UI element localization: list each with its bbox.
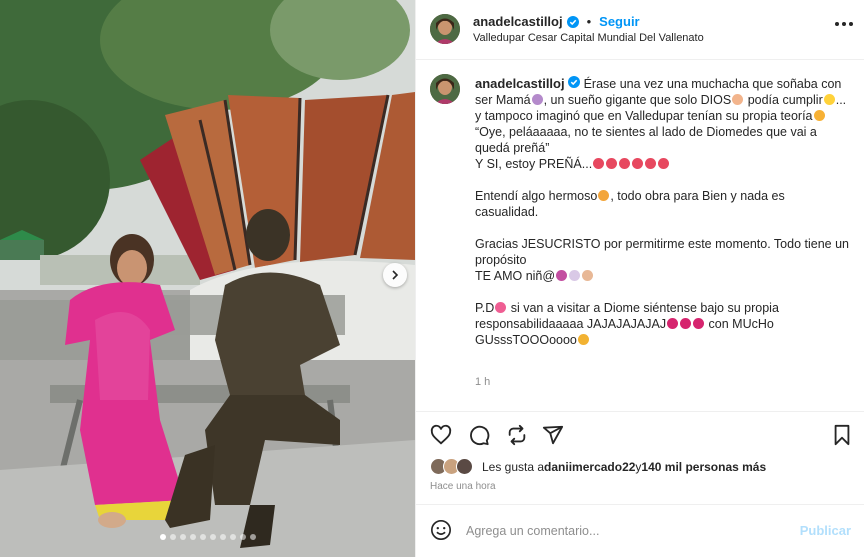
carousel-dot	[159, 534, 166, 540]
header-user-row: anadelcastilloj • Seguir	[473, 14, 640, 29]
post-photo	[0, 0, 415, 557]
post-caption: anadelcastilloj Érase una vez una muchac…	[475, 76, 851, 348]
author-avatar[interactable]	[430, 14, 460, 44]
lips-emoji-icon	[680, 318, 692, 329]
separator: •	[586, 14, 592, 29]
post-media[interactable]	[0, 0, 415, 557]
carousel-dot	[209, 534, 216, 540]
likes-prefix: Les gusta a	[482, 460, 545, 474]
carousel-dot	[189, 534, 196, 540]
yarn-emoji-icon	[556, 270, 568, 281]
blushing-emoji-icon	[813, 110, 825, 121]
instagram-post: anadelcastilloj • Seguir Valledupar Cesa…	[0, 0, 864, 557]
heart-emoji-icon	[495, 302, 507, 313]
carousel-dot	[199, 534, 206, 540]
bookmark-icon[interactable]	[831, 424, 853, 446]
location-link[interactable]: Valledupar Cesar Capital Mundial Del Val…	[473, 32, 704, 44]
heart-eyes-emoji-icon	[593, 158, 605, 169]
caption-text-5: Gracias JESUCRISTO por permitirme este m…	[475, 237, 849, 267]
heart-icon[interactable]	[430, 424, 452, 446]
posted-time: Hace una hora	[430, 481, 496, 492]
tongue-face-emoji-icon	[577, 334, 589, 345]
teary-face-emoji-icon	[598, 190, 610, 201]
heart-eyes-emoji-icon	[658, 158, 670, 169]
comments-section[interactable]: anadelcastilloj Érase una vez una muchac…	[416, 60, 864, 410]
heart-eyes-emoji-icon	[619, 158, 631, 169]
author-username[interactable]: anadelcastilloj	[473, 14, 563, 29]
verified-icon	[568, 76, 581, 88]
carousel-dot	[229, 534, 236, 540]
carousel-dot	[239, 534, 246, 540]
heart-eyes-emoji-icon	[632, 158, 644, 169]
carousel-indicator	[0, 534, 415, 540]
heart-eyes-emoji-icon	[606, 158, 618, 169]
caption-author-avatar[interactable]	[430, 74, 460, 104]
post-header: anadelcastilloj • Seguir Valledupar Cesa…	[416, 0, 864, 60]
action-bar	[416, 411, 864, 457]
baby-emoji-icon	[582, 270, 594, 281]
caption-text-1c: podía cumplir	[744, 93, 823, 107]
comment-composer: Publicar	[416, 504, 864, 557]
socks-emoji-icon	[569, 270, 581, 281]
post-details-panel: anadelcastilloj • Seguir Valledupar Cesa…	[415, 0, 864, 557]
chevron-right-icon	[392, 270, 399, 280]
heart-eyes-emoji-icon	[645, 158, 657, 169]
liker-avatars	[430, 458, 478, 476]
praying-hands-emoji-icon	[732, 94, 744, 105]
caption-timestamp: 1 h	[475, 376, 491, 388]
carousel-next-button[interactable]	[383, 263, 407, 287]
liker-username[interactable]: daniimercado22	[544, 460, 635, 474]
likes-summary[interactable]: Les gusta a daniimercado22 y 140 mil per…	[430, 458, 766, 476]
verified-icon	[566, 15, 579, 28]
more-icon[interactable]	[835, 22, 853, 28]
publish-button[interactable]: Publicar	[800, 523, 851, 538]
carousel-dot	[179, 534, 186, 540]
caption-text-4a: Entendí algo hermoso	[475, 189, 598, 203]
share-icon[interactable]	[506, 424, 528, 446]
sparkles-emoji-icon	[823, 94, 835, 105]
follow-button[interactable]: Seguir	[599, 14, 639, 29]
caption-text-2: “Oye, peláaaaaa, no te sientes al lado d…	[475, 125, 817, 155]
avatar	[456, 458, 473, 475]
send-icon[interactable]	[542, 424, 564, 446]
caption-text-7a: P.D	[475, 301, 495, 315]
caption-text-6: TE AMO niñ@	[475, 269, 556, 283]
carousel-dot	[249, 534, 256, 540]
pregnant-emoji-icon	[531, 94, 543, 105]
lips-emoji-icon	[693, 318, 705, 329]
emoji-icon[interactable]	[430, 519, 452, 541]
caption-text-1b: , un sueño gigante que solo DIOS	[543, 93, 732, 107]
caption-text-3: Y SI, estoy PREÑÁ...	[475, 157, 593, 171]
carousel-dot	[169, 534, 176, 540]
lips-emoji-icon	[667, 318, 679, 329]
comment-icon[interactable]	[468, 424, 490, 446]
likes-count[interactable]: 140 mil personas más	[641, 460, 766, 474]
caption-username[interactable]: anadelcastilloj	[475, 76, 565, 91]
comment-input[interactable]	[466, 521, 786, 541]
carousel-dot	[219, 534, 226, 540]
